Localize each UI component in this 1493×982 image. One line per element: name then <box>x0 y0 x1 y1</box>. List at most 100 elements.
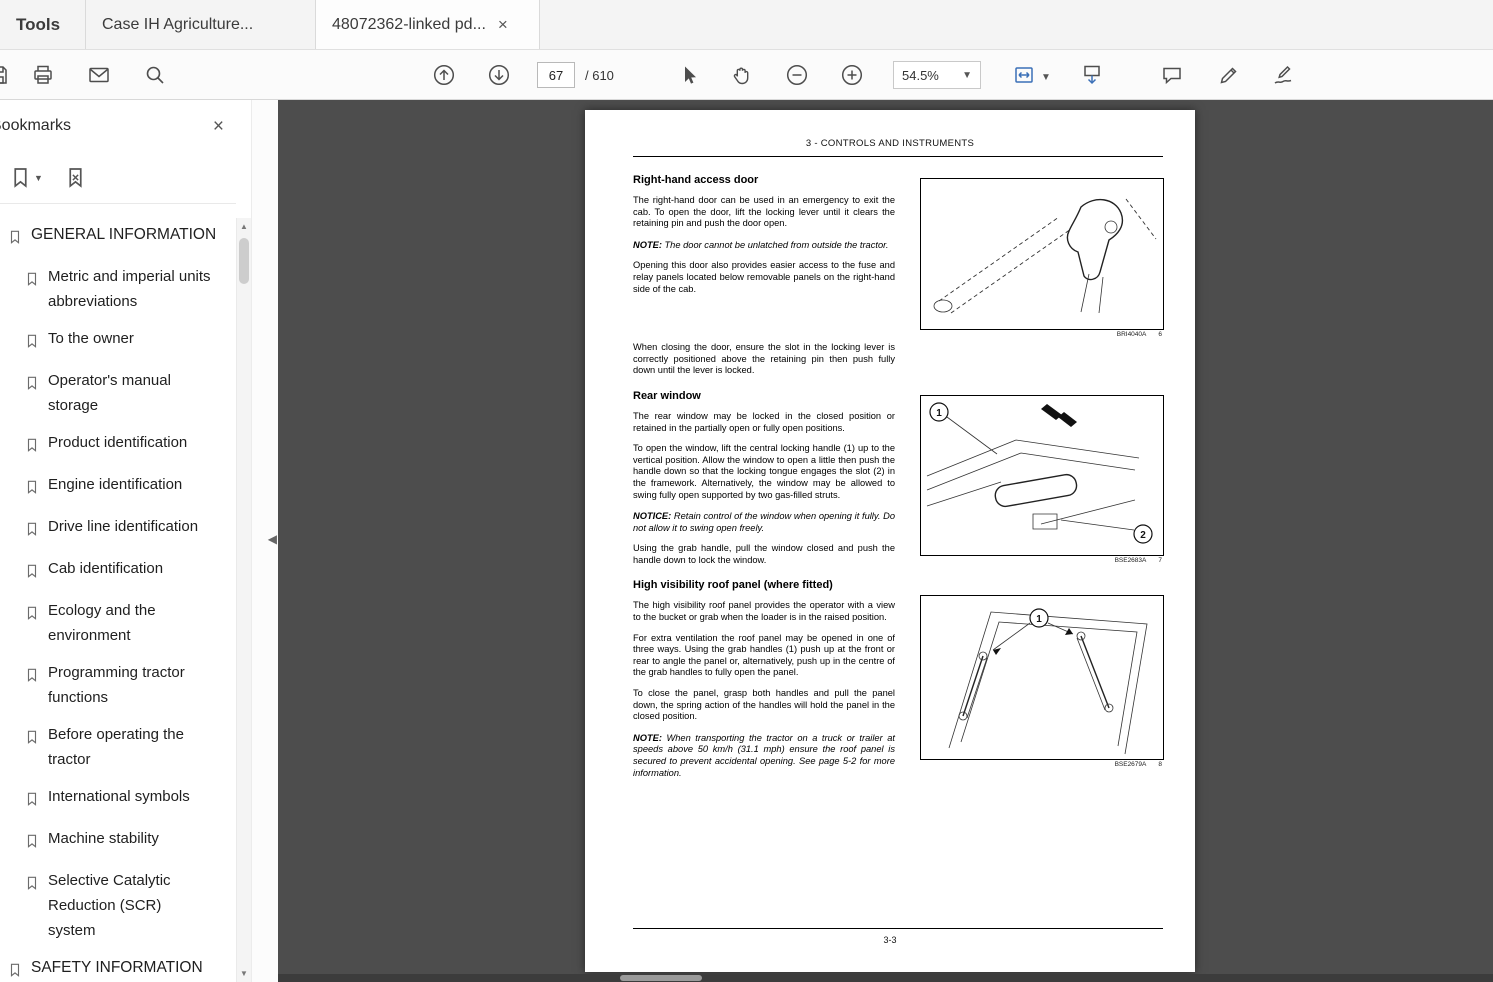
bookmark-item[interactable]: Cab identification <box>0 550 236 592</box>
page-running-header: 3 - CONTROLS AND INSTRUMENTS <box>805 138 975 149</box>
chevron-down-icon: ▼ <box>962 69 972 81</box>
toolbar: / 610 54.5% ▼ ▼ <box>0 50 1493 100</box>
tab-label: Case IH Agriculture... <box>102 15 254 33</box>
bookmark-icon <box>25 519 39 544</box>
bookmark-icon <box>25 561 39 586</box>
fit-page-icon[interactable] <box>1012 63 1036 87</box>
doc-gap <box>633 295 895 333</box>
bookmark-label: Selective Catalytic Reduction (SCR) syst… <box>48 872 171 939</box>
scrollbar-thumb[interactable] <box>239 238 249 284</box>
bookmark-item[interactable]: Metric and imperial units abbreviations <box>0 258 236 320</box>
search-icon[interactable] <box>143 63 167 87</box>
doc-para: To open the window, lift the central loc… <box>633 443 895 500</box>
svg-text:1: 1 <box>936 408 942 419</box>
bookmark-label: Cab identification <box>48 560 164 577</box>
bookmark-icon <box>25 331 39 356</box>
next-page-button[interactable] <box>487 63 511 87</box>
header-rule <box>633 156 1163 157</box>
bookmark-label: Ecology and the environment <box>48 602 156 644</box>
page-total-label: / 610 <box>585 68 614 83</box>
bookmark-item[interactable]: Ecology and the environment <box>0 592 236 654</box>
chevron-down-icon: ▼ <box>34 172 43 183</box>
scroll-up-icon[interactable]: ▲ <box>237 222 251 231</box>
zoom-level-dropdown[interactable]: 54.5% ▼ <box>893 61 981 89</box>
scrolling-mode-icon[interactable] <box>1080 63 1104 87</box>
svg-text:1: 1 <box>1036 614 1042 625</box>
doc-para: The high visibility roof panel provides … <box>633 600 895 623</box>
bookmark-icon <box>25 789 39 814</box>
horizontal-scrollbar[interactable] <box>278 974 1493 982</box>
bookmark-label: To the owner <box>48 330 134 347</box>
bookmark-icon <box>25 477 39 502</box>
figure-door-lock: BRI4040A 6 <box>920 178 1164 338</box>
pdf-reader-window: Tools Case IH Agriculture... 48072362-li… <box>0 0 1493 982</box>
figure-caption: BRI4040A 6 <box>1116 331 1162 338</box>
bookmark-icon <box>25 665 39 690</box>
bookmark-item[interactable]: Product identification <box>0 424 236 466</box>
tab-tools[interactable]: Tools <box>0 0 86 49</box>
tab-document-1[interactable]: Case IH Agriculture... <box>86 0 316 49</box>
bookmark-item[interactable]: Engine identification <box>0 466 236 508</box>
figure-roof-panel: 1 BSE2679A 8 <box>920 595 1164 768</box>
tab-label: 48072362-linked pd... <box>332 15 486 33</box>
page-footer: 3-3 <box>883 935 897 945</box>
bookmark-item[interactable]: To the owner <box>0 320 236 362</box>
doc-para: For extra ventilation the roof panel may… <box>633 632 895 678</box>
bookmark-options-icon[interactable]: ▼ <box>10 167 43 188</box>
bookmark-item[interactable]: Operator's manual storage <box>0 362 236 424</box>
bookmark-icon <box>25 269 39 294</box>
email-icon[interactable] <box>87 63 111 87</box>
bookmark-item[interactable]: Selective Catalytic Reduction (SCR) syst… <box>0 862 236 949</box>
scrollbar-thumb[interactable] <box>620 975 702 981</box>
doc-para: The right-hand door can be used in an em… <box>633 195 895 229</box>
hand-tool-icon[interactable] <box>730 63 754 87</box>
bookmark-label: Engine identification <box>48 476 183 493</box>
pdf-page: 3 - CONTROLS AND INSTRUMENTS Right-hand … <box>585 110 1195 972</box>
bookmark-item[interactable]: GENERAL INFORMATION <box>0 216 236 258</box>
print-icon[interactable] <box>31 63 55 87</box>
close-icon[interactable]: × <box>213 117 224 136</box>
bookmark-item[interactable]: SAFETY INFORMATION <box>0 949 236 982</box>
zoom-out-button[interactable] <box>785 63 809 87</box>
bookmark-icon <box>8 960 22 982</box>
bookmark-item[interactable]: Programming tractor functions <box>0 654 236 716</box>
document-viewport[interactable]: 3 - CONTROLS AND INSTRUMENTS Right-hand … <box>278 100 1493 982</box>
zoom-level-value: 54.5% <box>902 67 939 83</box>
panel-resize-gutter[interactable]: ◀ <box>251 100 278 982</box>
tab-close-icon[interactable]: × <box>498 16 508 33</box>
bookmarks-panel-header: Bookmarks × <box>0 100 236 152</box>
select-tool-icon[interactable] <box>676 63 700 87</box>
bookmark-label: Operator's manual storage <box>48 372 171 414</box>
doc-note: NOTICE: Retain control of the window whe… <box>633 511 895 533</box>
page-number-input[interactable] <box>537 62 575 88</box>
bookmark-item[interactable]: International symbols <box>0 778 236 820</box>
bookmark-item[interactable]: Machine stability <box>0 820 236 862</box>
doc-note: NOTE: When transporting the tractor on a… <box>633 732 895 778</box>
scroll-down-icon[interactable]: ▼ <box>237 969 251 978</box>
bookmark-label: SAFETY INFORMATION <box>31 959 203 976</box>
doc-para: When closing the door, ensure the slot i… <box>633 342 895 376</box>
bookmark-item[interactable]: Before operating the tractor <box>0 716 236 778</box>
page-text-column: Right-hand access door The right-hand doo… <box>633 168 895 779</box>
sidebar-scrollbar[interactable]: ▲ ▼ <box>236 218 251 982</box>
bookmark-item[interactable]: Drive line identification <box>0 508 236 550</box>
previous-page-button[interactable] <box>432 63 456 87</box>
doc-heading: High visibility roof panel (where fitted… <box>633 579 833 592</box>
bookmark-label: Before operating the tractor <box>48 726 184 768</box>
fill-sign-icon[interactable] <box>1271 63 1295 87</box>
collapse-panel-icon[interactable]: ◀ <box>268 532 277 546</box>
footer-rule <box>633 928 1163 929</box>
annotate-pen-icon[interactable] <box>1217 63 1241 87</box>
figure-caption: BSE2683A 7 <box>1114 557 1162 564</box>
bookmark-icon <box>8 227 22 252</box>
bookmark-label: Metric and imperial units abbreviations <box>48 268 211 310</box>
save-icon[interactable] <box>0 63 11 87</box>
svg-text:2: 2 <box>1140 530 1146 541</box>
tab-label: Tools <box>16 14 61 34</box>
comment-icon[interactable] <box>1160 63 1184 87</box>
chevron-down-icon[interactable]: ▼ <box>1041 72 1051 83</box>
zoom-in-button[interactable] <box>840 63 864 87</box>
tab-document-2-active[interactable]: 48072362-linked pd... × <box>316 0 540 49</box>
door-lock-illustration <box>920 178 1164 330</box>
new-bookmark-icon[interactable] <box>65 167 86 188</box>
